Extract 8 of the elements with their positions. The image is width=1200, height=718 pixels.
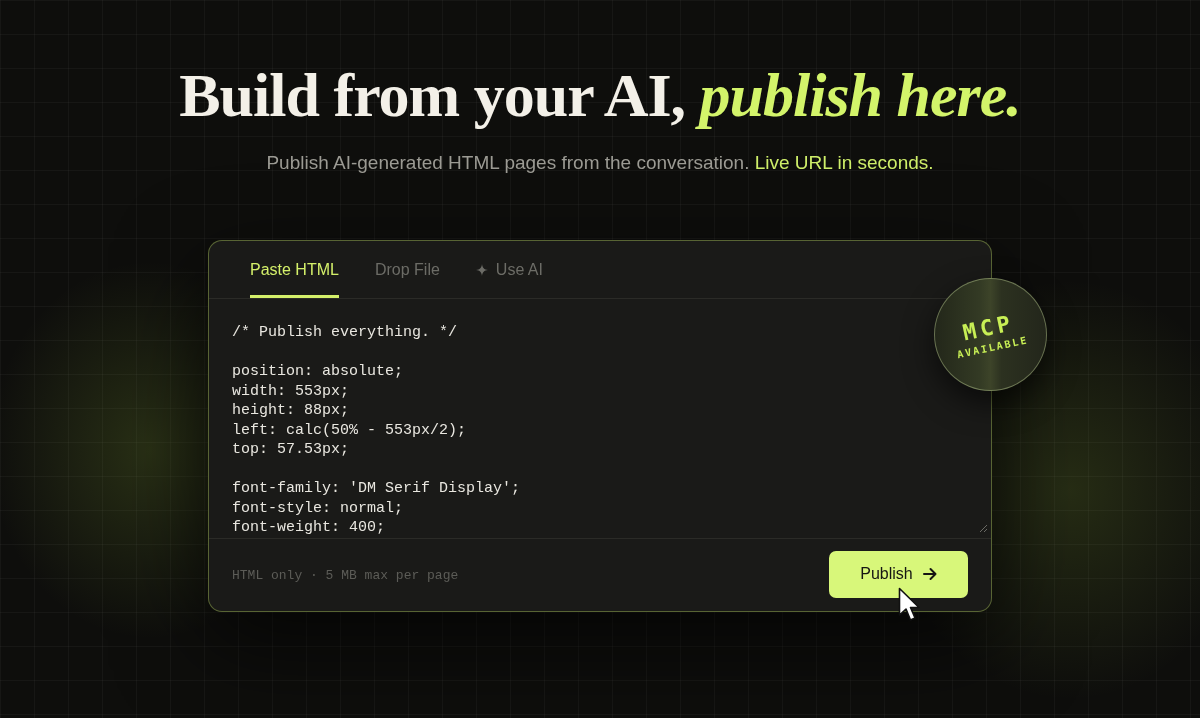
arrow-right-icon bbox=[922, 567, 937, 581]
subtitle: Publish AI-generated HTML pages from the conversation. Live URL in seconds. bbox=[266, 151, 934, 175]
sparkle-icon bbox=[475, 263, 488, 276]
resize-grip-icon[interactable] bbox=[979, 524, 987, 532]
code-editor[interactable]: /* Publish everything. */ position: absolute; width: 553px; height: 88px; left: calc(50% - 553px/2); top: 57.53px; font-family: 'DM Serif Display'; font-style: normal; font-weight: 400; bbox=[209, 299, 929, 538]
tab[interactable]: Paste HTML bbox=[250, 241, 339, 298]
publish-button[interactable]: Publish bbox=[829, 550, 968, 598]
upload-limit-note: HTML only · 5 MB max per page bbox=[232, 567, 459, 583]
